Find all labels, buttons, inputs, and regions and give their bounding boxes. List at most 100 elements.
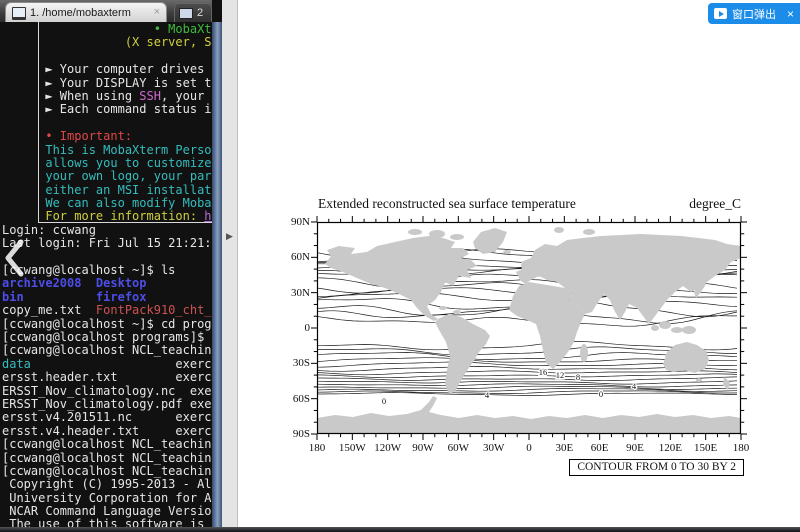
terminal-text: • MobaXte xyxy=(2,22,212,36)
x-tick-label: 150W xyxy=(332,442,372,454)
x-tick-label: 60W xyxy=(438,442,478,454)
terminal-text: [ccwang@localhost ~]$ ls xyxy=(2,263,175,277)
terminal-text: [ccwang@localhost ~]$ cd progra xyxy=(2,317,212,331)
terminal-line: • Important: xyxy=(2,130,212,143)
y-tick-label: 90S xyxy=(276,428,310,440)
terminal-text: copy_me.txt xyxy=(2,303,96,317)
terminal-text: allows you to customize o xyxy=(2,156,212,170)
terminal-line: [ccwang@localhost NCL_teaching] xyxy=(2,438,212,451)
terminal-text: ► Your computer drives a xyxy=(2,62,212,76)
y-tick-label: 0 xyxy=(276,322,310,334)
desktop: { "popup_bar": { "label": "窗口弹出", "close… xyxy=(0,0,800,532)
terminal-line: [ccwang@localhost NCL_teaching] xyxy=(2,344,212,357)
terminal-line: ► When using SSH, your re xyxy=(2,90,212,103)
ncl-plot-window: Extended reconstructed sea surface tempe… xyxy=(238,0,800,527)
terminal-line: [ccwang@localhost programs]$ cd xyxy=(2,331,212,344)
terminal-line: either an MSI installatio xyxy=(2,184,212,197)
plot-title: Extended reconstructed sea surface tempe… xyxy=(318,196,576,212)
terminal-line: ► Your computer drives a xyxy=(2,63,212,76)
terminal-line: ► Your DISPLAY is set to xyxy=(2,77,212,90)
contour-label: 0 xyxy=(599,389,603,399)
contour-label: 12 xyxy=(556,370,565,380)
contour-label: 16 xyxy=(539,367,548,377)
play-icon xyxy=(714,8,727,19)
monitor-icon xyxy=(179,8,193,19)
sidebar-collapsed-strip xyxy=(222,0,238,527)
terminal-line: [ccwang@localhost NCL_teaching] xyxy=(2,465,212,478)
tab-bar: 1. /home/mobaxterm × 2 xyxy=(0,0,212,22)
sidebar-expand-arrow-icon[interactable]: ▶ xyxy=(222,231,237,242)
terminal-line: ersst.v4.201511.nc exercis xyxy=(2,411,212,424)
tab-2[interactable]: 2 xyxy=(174,3,212,22)
mobaxterm-window: 1. /home/mobaxterm × 2 • MobaXte (X serv… xyxy=(0,0,238,527)
terminal-text: We can also modify MobaXt xyxy=(2,196,212,210)
terminal-text: either an MSI installatio xyxy=(2,183,212,197)
x-tick-label: 90E xyxy=(615,442,655,454)
terminal-line: allows you to customize o xyxy=(2,157,212,170)
contour-label: 0 xyxy=(382,396,386,406)
terminal-text: ersst.header.txt exercis xyxy=(2,370,212,384)
terminal-text: ERSST_Nov_climatology.nc exerc xyxy=(2,384,212,398)
popup-close-icon[interactable]: × xyxy=(787,7,794,21)
contour-info-box: CONTOUR FROM 0 TO 30 BY 2 xyxy=(569,459,744,476)
terminal-line: ersst.v4.header.txt exercis xyxy=(2,425,212,438)
terminal-line: Last login: Fri Jul 15 21:21:03 xyxy=(2,237,212,250)
terminal-text: ► When using xyxy=(2,89,139,103)
terminal-line: [ccwang@localhost ~]$ cd progra xyxy=(2,318,212,331)
terminal-scrollbar[interactable] xyxy=(212,22,222,527)
terminal-text: archive2008 Desktop xyxy=(2,276,147,290)
terminal-text: bin firefox xyxy=(2,290,147,304)
popup-window-button[interactable]: 窗口弹出 × xyxy=(708,3,800,24)
terminal-text: ► Each command status is xyxy=(2,102,212,116)
banner-box-left-border xyxy=(38,22,39,223)
terminal-line: NCAR Command Language Version xyxy=(2,505,212,518)
terminal-line: ERSST_Nov_climatology.nc exerc xyxy=(2,385,212,398)
x-tick-label: 120W xyxy=(368,442,408,454)
terminal-line xyxy=(2,117,212,130)
terminal-output[interactable]: • MobaXte (X server, SS ► Your computer … xyxy=(2,22,212,528)
monitor-icon xyxy=(12,7,26,18)
back-chevron-icon[interactable] xyxy=(2,239,26,277)
terminal-line: data exerc xyxy=(2,358,212,371)
terminal-text: Copyright (C) 1995-2013 - All xyxy=(2,477,212,491)
x-tick-label: 0 xyxy=(509,442,549,454)
terminal-text: data xyxy=(2,357,31,371)
world-sst-contour-map: 161284040 xyxy=(317,222,741,434)
terminal-line xyxy=(2,251,212,264)
terminal-text: (X server, SS xyxy=(2,35,212,49)
tab-close-icon[interactable]: × xyxy=(154,7,160,18)
terminal-line: your own logo, your param xyxy=(2,170,212,183)
terminal-text: FontPack910_cht_i4 xyxy=(96,303,212,317)
terminal-text: Login: ccwang xyxy=(2,223,96,237)
terminal-text: exerc xyxy=(31,357,212,371)
contour-label: 8 xyxy=(576,372,580,382)
x-tick-label: 150E xyxy=(686,442,726,454)
terminal-line: We can also modify MobaXt xyxy=(2,197,212,210)
terminal-text: ERSST_Nov_climatology.pdf exerc xyxy=(2,397,212,411)
terminal-text: ersst.v4.header.txt exercis xyxy=(2,424,212,438)
terminal-line: ersst.header.txt exercis xyxy=(2,371,212,384)
x-tick-label: 120E xyxy=(650,442,690,454)
terminal-line: ERSST_Nov_climatology.pdf exerc xyxy=(2,398,212,411)
y-tick-label: 30S xyxy=(276,357,310,369)
terminal-text: This is MobaXterm Persona xyxy=(2,143,212,157)
x-tick-label: 90W xyxy=(403,442,443,454)
x-tick-label: 30E xyxy=(544,442,584,454)
terminal-line xyxy=(2,50,212,63)
x-tick-label: 180 xyxy=(297,442,337,454)
x-tick-label: 30W xyxy=(474,442,514,454)
terminal-text: [ccwang@localhost NCL_teaching] xyxy=(2,451,212,465)
terminal-text: • Important: xyxy=(2,129,132,143)
terminal-line: ► Each command status is xyxy=(2,103,212,116)
terminal-text: Last login: Fri Jul 15 21:21:03 xyxy=(2,236,212,250)
terminal-line: (X server, SS xyxy=(2,36,212,49)
terminal-text: University Corporation for Atm xyxy=(2,491,212,505)
terminal-line: Copyright (C) 1995-2013 - All xyxy=(2,478,212,491)
x-tick-label: 180 xyxy=(721,442,761,454)
terminal-text: your own logo, your param xyxy=(2,169,212,183)
terminal-text: SSH xyxy=(139,89,161,103)
tab-home-mobaxterm[interactable]: 1. /home/mobaxterm × xyxy=(5,2,167,22)
terminal-line: University Corporation for Atm xyxy=(2,492,212,505)
tab-label: 2 xyxy=(197,7,203,19)
y-tick-label: 60N xyxy=(276,251,310,263)
